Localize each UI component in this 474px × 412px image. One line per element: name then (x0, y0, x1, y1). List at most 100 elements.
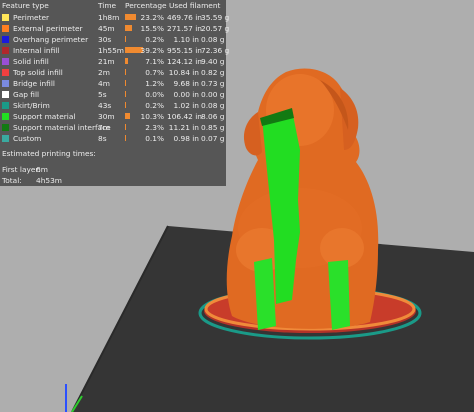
feature-weight: 0.82 g (201, 68, 225, 77)
feature-time: 1h8m (98, 13, 120, 22)
feature-weight: 0.08 g (201, 35, 225, 44)
feature-time: 30s (98, 35, 112, 44)
feature-time: 7m (98, 123, 110, 132)
color-swatch (2, 69, 9, 76)
total-label: Total: (2, 176, 22, 185)
feature-length: 1.10 in (173, 35, 199, 44)
color-swatch (2, 102, 9, 109)
feature-length: 955.15 in (167, 46, 202, 55)
feature-name: Custom (13, 134, 42, 143)
feature-time: 8s (98, 134, 107, 143)
feature-name: Internal infill (13, 46, 60, 55)
feature-name: External perimeter (13, 24, 83, 33)
feature-time: 43s (98, 101, 112, 110)
legend-row[interactable]: Solid infill 21m 7.1% 124.12 in 9.40 g (0, 56, 226, 67)
feature-percent: 1.2% (145, 79, 164, 88)
legend-row[interactable]: Bridge infill 4m 1.2% 9.68 in 0.73 g (0, 78, 226, 89)
color-swatch (2, 58, 9, 65)
legend-row[interactable]: Gap fill 5s 0.0% 0.00 in 0.00 g (0, 89, 226, 100)
feature-legend-panel: Feature type Time Percentage Used filame… (0, 0, 230, 186)
header-time: Time (98, 1, 117, 10)
feature-weight: 0.00 g (201, 90, 225, 99)
feature-percent: 15.5% (140, 24, 164, 33)
feature-time: 2m (98, 68, 110, 77)
percentage-bar (125, 135, 127, 141)
feature-name: Support material (13, 112, 76, 121)
feature-length: 9.68 in (173, 79, 199, 88)
feature-percent: 10.3% (140, 112, 164, 121)
feature-percent: 0.1% (145, 134, 164, 143)
legend-row[interactable]: Custom 8s 0.1% 0.98 in 0.07 g (0, 133, 226, 144)
feature-length: 106.42 in (167, 112, 202, 121)
color-swatch (2, 135, 9, 142)
feature-name: Solid infill (13, 57, 49, 66)
legend-row[interactable]: Support material interface 7m 2.3% 11.21… (0, 122, 226, 133)
feature-name: Support material interface (13, 123, 111, 132)
feature-time: 1h55m (98, 46, 124, 55)
percentage-bar (125, 124, 127, 130)
feature-percent: 0.0% (145, 90, 164, 99)
feature-length: 0.98 in (173, 134, 199, 143)
feature-percent: 0.2% (145, 101, 164, 110)
feature-time: 21m (98, 57, 115, 66)
percentage-bar (125, 69, 127, 75)
feature-name: Perimeter (13, 13, 50, 22)
header-used-filament: Used filament (169, 1, 221, 10)
legend-row[interactable]: Support material 30m 10.3% 106.42 in 8.0… (0, 111, 226, 122)
feature-weight: 0.08 g (201, 101, 225, 110)
feature-time: 5s (98, 90, 107, 99)
percentage-bar (125, 36, 127, 42)
percentage-bar (125, 102, 127, 108)
legend-row[interactable]: External perimeter 45m 15.5% 271.57 in 2… (0, 23, 230, 34)
color-swatch (2, 36, 9, 43)
feature-name: Gap fill (13, 90, 40, 99)
feature-time: 45m (98, 24, 115, 33)
feature-name: Skirt/Brim (13, 101, 50, 110)
legend-row[interactable]: Skirt/Brim 43s 0.2% 1.02 in 0.08 g (0, 100, 226, 111)
feature-percent: 0.2% (145, 35, 164, 44)
legend-row[interactable]: Overhang perimeter 30s 0.2% 1.10 in 0.08… (0, 34, 226, 45)
feature-weight: 9.40 g (201, 57, 225, 66)
legend-row[interactable]: Internal infill 1h55m 39.2% 955.15 in 72… (0, 45, 230, 56)
percentage-bar (125, 80, 127, 86)
estimated-times-title: Estimated printing times: (2, 149, 96, 158)
feature-percent: 2.3% (145, 123, 164, 132)
feature-length: 271.57 in (167, 24, 202, 33)
color-swatch (2, 14, 9, 21)
feature-weight: 8.06 g (201, 112, 225, 121)
percentage-bar (125, 58, 129, 64)
feature-length: 1.02 in (173, 101, 199, 110)
feature-percent: 23.2% (140, 13, 164, 22)
header-feature-type: Feature type (2, 1, 49, 10)
percentage-bar (125, 91, 126, 97)
feature-percent: 39.2% (140, 46, 164, 55)
feature-name: Top solid infill (13, 68, 63, 77)
first-layer-value: 6m (36, 165, 48, 174)
feature-length: 10.84 in (168, 68, 199, 77)
feature-weight: 20.57 g (201, 24, 230, 33)
color-swatch (2, 25, 9, 32)
percentage-bar (125, 113, 130, 119)
feature-weight: 0.85 g (201, 123, 225, 132)
color-swatch (2, 91, 9, 98)
first-layer-label: First layer: (2, 165, 41, 174)
feature-name: Overhang perimeter (13, 35, 89, 44)
feature-length: 469.76 in (167, 13, 202, 22)
legend-row[interactable]: Top solid infill 2m 0.7% 10.84 in 0.82 g (0, 67, 226, 78)
feature-weight: 0.07 g (201, 134, 225, 143)
legend-header: Feature type Time Percentage Used filame… (0, 0, 226, 11)
feature-weight: 72.36 g (201, 46, 230, 55)
feature-length: 0.00 in (173, 90, 199, 99)
color-swatch (2, 124, 9, 131)
color-swatch (2, 80, 9, 87)
feature-percent: 7.1% (145, 57, 164, 66)
feature-weight: 0.73 g (201, 79, 225, 88)
feature-length: 124.12 in (167, 57, 202, 66)
feature-percent: 0.7% (145, 68, 164, 77)
header-percentage: Percentage (125, 1, 167, 10)
legend-row[interactable]: Perimeter 1h8m 23.2% 469.76 in 35.59 g (0, 12, 229, 23)
feature-time: 4m (98, 79, 110, 88)
feature-name: Bridge infill (13, 79, 55, 88)
color-swatch (2, 113, 9, 120)
feature-time: 30m (98, 112, 115, 121)
